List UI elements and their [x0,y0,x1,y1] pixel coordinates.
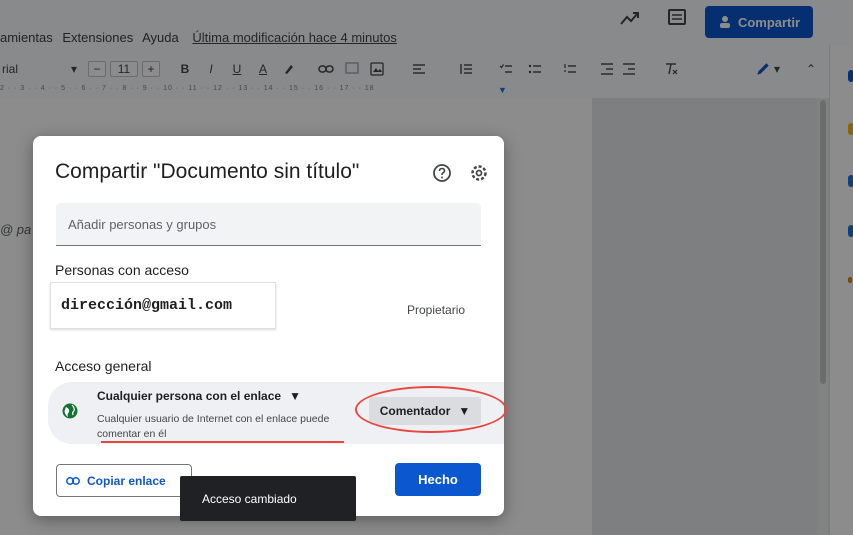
done-button[interactable]: Hecho [395,463,481,496]
gear-icon[interactable] [469,163,489,183]
snackbar-toast: Acceso cambiado [180,476,356,521]
user-email: dirección@gmail.com [50,282,276,329]
owner-role-label: Propietario [407,303,466,317]
link-access-scope-dropdown[interactable]: Cualquier persona con el enlace ▼ [97,389,301,403]
link-access-scope-label: Cualquier persona con el enlace [97,389,282,403]
people-with-access-heading: Personas con acceso [55,262,189,278]
caret-down-icon: ▼ [289,389,301,403]
globe-icon [62,403,78,419]
link-icon [66,476,80,485]
copy-link-button[interactable]: Copiar enlace [56,464,192,497]
link-access-description: Cualquier usuario de Internet con el enl… [97,413,330,440]
add-people-input[interactable] [56,203,481,246]
annotation-ellipse [355,386,507,433]
copy-link-label: Copiar enlace [87,473,166,488]
help-icon[interactable] [432,163,452,183]
share-dialog: Compartir "Documento sin título" Persona… [33,136,507,516]
annotation-underline [101,441,344,443]
general-access-heading: Acceso general [55,358,152,374]
dialog-title: Compartir "Documento sin título" [55,160,360,183]
